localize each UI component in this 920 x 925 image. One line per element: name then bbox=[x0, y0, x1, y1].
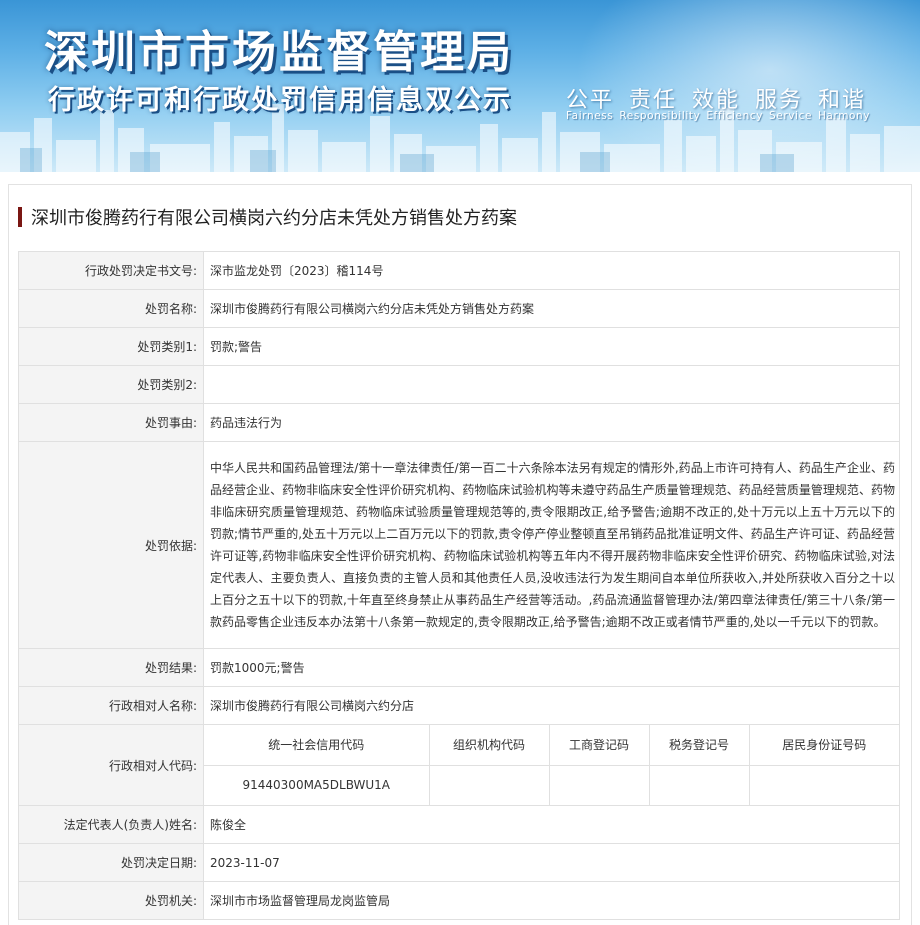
code-value-id bbox=[748, 764, 899, 805]
code-value-row: 91440300MA5DLBWU1A bbox=[204, 764, 899, 805]
decision-no-label: 行政处罚决定书文号: bbox=[18, 251, 204, 290]
table-row: 处罚事由: 药品违法行为 bbox=[18, 403, 900, 442]
basis-label: 处罚依据: bbox=[18, 441, 204, 649]
table-row: 行政处罚决定书文号: 深市监龙处罚〔2023〕稽114号 bbox=[18, 251, 900, 290]
table-row: 行政相对人代码: 统一社会信用代码 组织机构代码 工商登记码 税务登记号 居民身… bbox=[18, 724, 900, 806]
table-row: 行政相对人名称: 深圳市俊腾药行有限公司横岗六约分店 bbox=[18, 686, 900, 725]
table-row: 处罚结果: 罚款1000元;警告 bbox=[18, 648, 900, 687]
table-row: 处罚决定日期: 2023-11-07 bbox=[18, 843, 900, 882]
counterpart-name-value: 深圳市俊腾药行有限公司横岗六约分店 bbox=[203, 686, 900, 725]
code-value-tax bbox=[648, 764, 750, 805]
result-label: 处罚结果: bbox=[18, 648, 204, 687]
basis-value: 中华人民共和国药品管理法/第十一章法律责任/第一百二十六条除本法另有规定的情形外… bbox=[203, 441, 900, 649]
reason-label: 处罚事由: bbox=[18, 403, 204, 442]
table-row: 处罚类别1: 罚款;警告 bbox=[18, 327, 900, 366]
category1-value: 罚款;警告 bbox=[203, 327, 900, 366]
table-row: 处罚依据: 中华人民共和国药品管理法/第十一章法律责任/第一百二十六条除本法另有… bbox=[18, 441, 900, 649]
slogan-english: Fairness Responsibility Efficiency Servi… bbox=[566, 110, 871, 122]
code-header-credit: 统一社会信用代码 bbox=[204, 725, 430, 766]
case-heading: 深圳市俊腾药行有限公司横岗六约分店未凭处方销售处方药案 bbox=[18, 206, 517, 229]
legal-rep-value: 陈俊全 bbox=[203, 805, 900, 844]
header-banner: 深圳市市场监督管理局 行政许可和行政处罚信用信息双公示 公平 责任 效能 服务 … bbox=[0, 0, 920, 172]
decision-no-value: 深市监龙处罚〔2023〕稽114号 bbox=[203, 251, 900, 290]
code-header-business: 工商登记码 bbox=[548, 725, 650, 766]
reason-value: 药品违法行为 bbox=[203, 403, 900, 442]
counterpart-code-cell: 统一社会信用代码 组织机构代码 工商登记码 税务登记号 居民身份证号码 9144… bbox=[203, 724, 900, 806]
case-title: 深圳市俊腾药行有限公司横岗六约分店未凭处方销售处方药案 bbox=[31, 208, 517, 229]
table-row: 处罚类别2: bbox=[18, 365, 900, 404]
penalty-info-table: 行政处罚决定书文号: 深市监龙处罚〔2023〕稽114号 处罚名称: 深圳市俊腾… bbox=[18, 251, 900, 920]
legal-rep-label: 法定代表人(负责人)姓名: bbox=[18, 805, 204, 844]
penalty-name-label: 处罚名称: bbox=[18, 289, 204, 328]
category1-label: 处罚类别1: bbox=[18, 327, 204, 366]
code-header-row: 统一社会信用代码 组织机构代码 工商登记码 税务登记号 居民身份证号码 bbox=[204, 725, 899, 766]
code-value-credit: 91440300MA5DLBWU1A bbox=[204, 764, 430, 805]
authority-value: 深圳市市场监督管理局龙岗监管局 bbox=[203, 881, 900, 920]
decision-date-value: 2023-11-07 bbox=[203, 843, 900, 882]
category2-label: 处罚类别2: bbox=[18, 365, 204, 404]
code-header-tax: 税务登记号 bbox=[648, 725, 750, 766]
decision-date-label: 处罚决定日期: bbox=[18, 843, 204, 882]
table-row: 处罚名称: 深圳市俊腾药行有限公司横岗六约分店未凭处方销售处方药案 bbox=[18, 289, 900, 328]
counterpart-code-label: 行政相对人代码: bbox=[18, 724, 204, 806]
content-panel: 深圳市俊腾药行有限公司横岗六约分店未凭处方销售处方药案 行政处罚决定书文号: 深… bbox=[8, 184, 912, 925]
code-header-org: 组织机构代码 bbox=[428, 725, 550, 766]
result-value: 罚款1000元;警告 bbox=[203, 648, 900, 687]
site-subtitle: 行政许可和行政处罚信用信息双公示 bbox=[48, 85, 512, 116]
table-row: 法定代表人(负责人)姓名: 陈俊全 bbox=[18, 805, 900, 844]
counterpart-code-table: 统一社会信用代码 组织机构代码 工商登记码 税务登记号 居民身份证号码 9144… bbox=[204, 725, 899, 805]
counterpart-name-label: 行政相对人名称: bbox=[18, 686, 204, 725]
penalty-name-value: 深圳市俊腾药行有限公司横岗六约分店未凭处方销售处方药案 bbox=[203, 289, 900, 328]
code-header-id: 居民身份证号码 bbox=[748, 725, 899, 766]
code-value-business bbox=[548, 764, 650, 805]
category2-value bbox=[203, 365, 900, 404]
heading-accent-bar bbox=[18, 207, 22, 227]
authority-label: 处罚机关: bbox=[18, 881, 204, 920]
code-value-org bbox=[428, 764, 550, 805]
table-row: 处罚机关: 深圳市市场监督管理局龙岗监管局 bbox=[18, 881, 900, 920]
site-title: 深圳市市场监督管理局 bbox=[44, 27, 514, 78]
